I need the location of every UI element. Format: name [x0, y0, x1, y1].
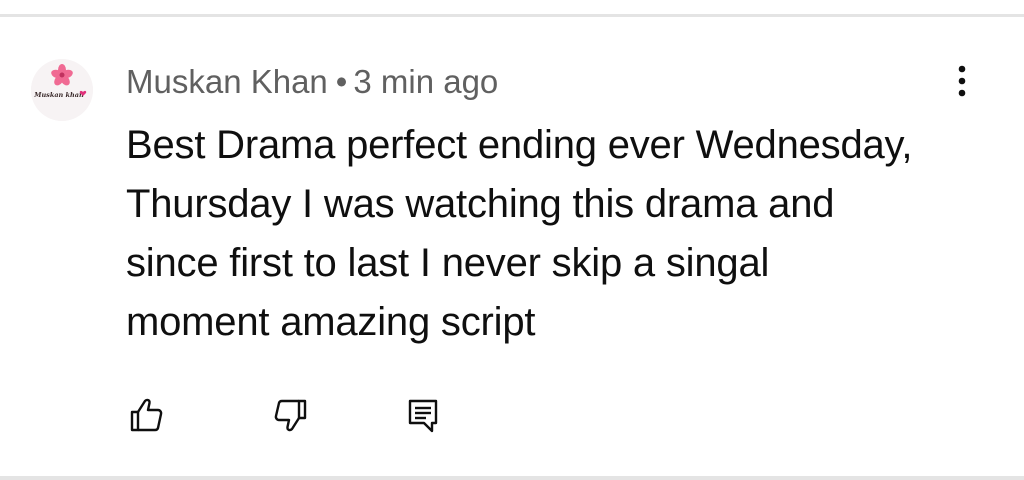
more-options-button[interactable]	[944, 62, 980, 102]
reply-button[interactable]	[401, 393, 445, 437]
comment-line: since first to last I never skip a singa…	[126, 241, 770, 285]
separator-dot: •	[335, 63, 348, 100]
comment-line: Best Drama perfect ending ever Wednesday…	[126, 123, 913, 167]
comment-line: moment amazing script	[126, 300, 536, 344]
reply-comment-icon	[408, 399, 438, 433]
thumbs-up-icon	[130, 398, 163, 432]
avatar-signature: Muskan khan	[33, 91, 84, 99]
avatar[interactable]: Muskan khan	[31, 59, 93, 121]
comment-line: Thursday I was watching this drama and	[126, 182, 835, 226]
like-button[interactable]	[124, 393, 168, 437]
comment-body: Best Drama perfect ending ever Wednesday…	[126, 116, 986, 352]
bottom-divider	[0, 476, 1024, 480]
more-vertical-icon	[958, 65, 966, 97]
comment-header: Muskan Khan • 3 min ago	[126, 60, 498, 104]
comment-time[interactable]: 3 min ago	[353, 63, 498, 100]
flower-avatar-icon: Muskan khan	[31, 59, 93, 121]
top-divider	[0, 14, 1024, 17]
author-name[interactable]: Muskan Khan	[126, 63, 328, 100]
dislike-button[interactable]	[269, 393, 313, 437]
thumbs-down-icon	[274, 399, 307, 432]
comment-card: Muskan khan Muskan Khan • 3 min ago Best D…	[0, 0, 1024, 480]
